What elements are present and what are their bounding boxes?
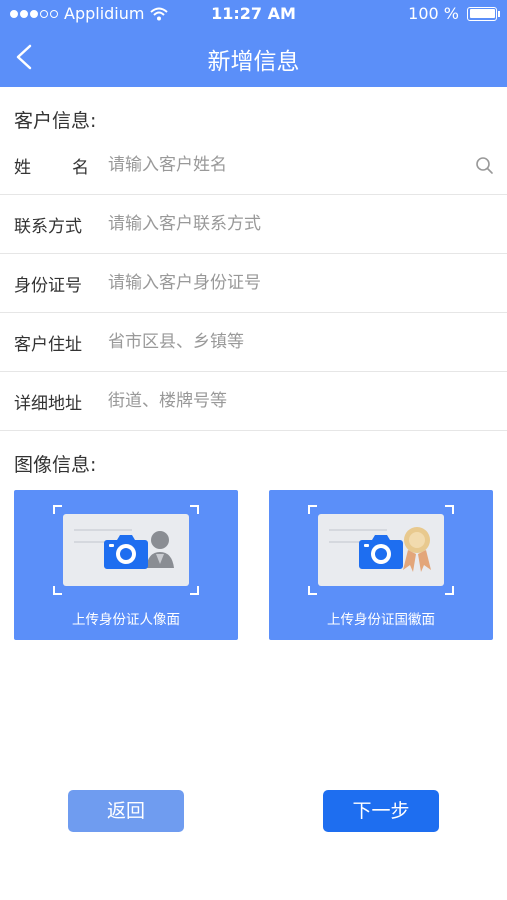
nav-bar: 新增信息 (0, 28, 507, 87)
upload-id-back-label: 上传身份证国徽面 (327, 612, 435, 628)
address-input[interactable] (108, 325, 468, 359)
name-input[interactable] (108, 148, 468, 182)
id-number-input[interactable] (108, 266, 468, 300)
status-right: 100 % (408, 4, 500, 23)
battery-icon (467, 6, 500, 21)
return-button[interactable]: 返回 (68, 790, 184, 832)
customer-section-title: 客户信息: (14, 110, 97, 132)
upload-id-front-card[interactable]: 上传身份证人像面 (14, 490, 238, 640)
battery-percent: 100 % (408, 4, 459, 23)
id-number-label: 身份证号 (14, 276, 82, 296)
id-number-row: 身份证号 (0, 254, 507, 313)
name-row: 姓 名 (0, 136, 507, 195)
name-label-first: 姓 (14, 158, 31, 178)
contact-label: 联系方式 (14, 217, 82, 237)
detail-address-input[interactable] (108, 384, 468, 418)
next-step-button[interactable]: 下一步 (323, 790, 439, 832)
detail-address-label: 详细地址 (14, 394, 82, 414)
page-title: 新增信息 (207, 49, 300, 75)
detail-address-row: 详细地址 (0, 372, 507, 431)
header: Applidium 11:27 AM 100 % 新增信息 (0, 0, 507, 87)
search-icon[interactable] (475, 156, 495, 176)
address-label: 客户住址 (14, 335, 82, 355)
contact-input[interactable] (108, 207, 468, 241)
upload-id-back-card[interactable]: 上传身份证国徽面 (269, 490, 493, 640)
contact-row: 联系方式 (0, 195, 507, 254)
name-label-second: 名 (72, 158, 89, 178)
upload-id-front-label: 上传身份证人像面 (72, 612, 180, 628)
camera-icon (104, 535, 148, 569)
name-label: 姓 名 (14, 153, 89, 178)
address-row: 客户住址 (0, 313, 507, 372)
camera-icon (359, 535, 403, 569)
status-bar: Applidium 11:27 AM 100 % (0, 0, 507, 28)
image-section-title: 图像信息: (14, 454, 97, 476)
